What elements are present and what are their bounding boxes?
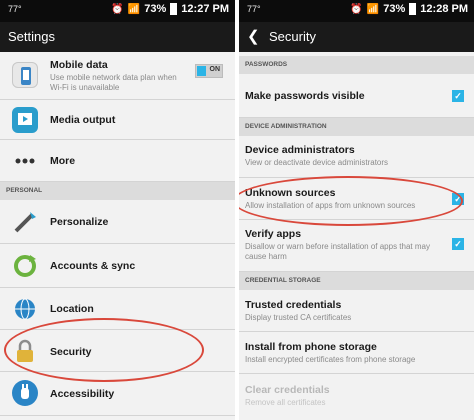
setting-make-passwords-visible[interactable]: Make passwords visible ✓	[239, 74, 474, 118]
status-bar: 77° ⏰ 📶 73% 12:28 PM	[239, 0, 474, 22]
mobile-data-icon	[12, 62, 38, 88]
setting-location[interactable]: Location	[0, 288, 235, 330]
section-header-credential-storage: CREDENTIAL STORAGE	[239, 272, 474, 290]
battery-icon	[409, 3, 417, 15]
setting-label: Verify apps	[245, 228, 302, 240]
status-bar: 77° ⏰ 📶 73% 12:27 PM	[0, 0, 235, 22]
section-header-personal: PERSONAL	[0, 182, 235, 200]
setting-label: Media output	[50, 114, 116, 126]
setting-accounts-sync[interactable]: Accounts & sync	[0, 244, 235, 288]
setting-label: Device administrators	[245, 144, 355, 156]
page-title: Security	[269, 29, 316, 44]
settings-panel: 77° ⏰ 📶 73% 12:27 PM Settings Mobile dat…	[0, 0, 235, 420]
setting-device-administrators[interactable]: Device administrators View or deactivate…	[239, 136, 474, 178]
setting-more[interactable]: More	[0, 140, 235, 182]
setting-label: Trusted credentials	[245, 299, 342, 311]
setting-unknown-sources[interactable]: Unknown sources Allow installation of ap…	[239, 178, 474, 220]
section-header-passwords: PASSWORDS	[239, 56, 474, 74]
setting-description: Disallow or warn before installation of …	[245, 242, 430, 261]
setting-personalize[interactable]: Personalize	[0, 200, 235, 244]
action-bar: Settings	[0, 22, 235, 52]
battery-percent: 73%	[383, 3, 406, 15]
setting-label: More	[50, 155, 76, 167]
setting-label: Location	[50, 303, 94, 315]
brush-icon	[12, 209, 38, 235]
setting-description: Use mobile network data plan when Wi-Fi …	[50, 73, 177, 92]
setting-label: Security	[50, 346, 92, 358]
setting-media-output[interactable]: Media output	[0, 100, 235, 140]
wifi-icon: 📶	[366, 3, 380, 15]
toggle-knob	[197, 66, 206, 76]
battery-icon	[170, 3, 178, 15]
unknown-sources-checkbox[interactable]: ✓	[452, 193, 464, 205]
verify-apps-checkbox[interactable]: ✓	[452, 238, 464, 250]
setting-description: Allow installation of apps from unknown …	[245, 201, 416, 210]
setting-description: Display trusted CA certificates	[245, 313, 352, 322]
setting-label: Accounts & sync	[50, 260, 136, 272]
globe-icon	[12, 296, 38, 322]
lock-icon	[12, 338, 38, 364]
temperature: 77°	[247, 4, 261, 14]
setting-label: Personalize	[50, 216, 109, 228]
setting-description: View or deactivate device administrators	[245, 158, 389, 167]
page-title: Settings	[8, 29, 55, 44]
setting-clear-credentials: Clear credentials Remove all certificate…	[239, 374, 474, 420]
toggle-state: ON	[209, 66, 221, 73]
alarm-icon: ⏰	[350, 3, 363, 15]
more-icon	[12, 148, 38, 174]
make-passwords-visible-checkbox[interactable]: ✓	[452, 90, 464, 102]
setting-label: Install from phone storage	[245, 341, 377, 353]
action-bar: ❮ Security	[239, 22, 474, 52]
setting-label: Mobile data	[50, 59, 108, 71]
setting-description: Install encrypted certificates from phon…	[245, 355, 416, 364]
setting-label: Accessibility	[50, 388, 115, 400]
security-panel: 77° ⏰ 📶 73% 12:28 PM ❮ Security PASSWORD…	[239, 0, 474, 420]
battery-percent: 73%	[144, 3, 167, 15]
setting-label: Make passwords visible	[245, 90, 365, 102]
clock: 12:27 PM	[181, 3, 229, 15]
clock: 12:28 PM	[420, 3, 468, 15]
setting-mobile-data[interactable]: Mobile data Use mobile network data plan…	[0, 52, 235, 100]
setting-description: Remove all certificates	[245, 398, 326, 407]
media-output-icon	[12, 107, 38, 133]
setting-label: Clear credentials	[245, 384, 330, 396]
hand-icon	[12, 380, 38, 406]
mobile-data-toggle[interactable]: ON	[195, 64, 223, 78]
alarm-icon: ⏰	[111, 3, 124, 15]
setting-security[interactable]: Security	[0, 330, 235, 372]
back-icon[interactable]: ❮	[247, 27, 260, 45]
sync-icon	[12, 253, 38, 279]
wifi-icon: 📶	[127, 3, 141, 15]
setting-trusted-credentials[interactable]: Trusted credentials Display trusted CA c…	[239, 290, 474, 332]
section-header-device-administration: DEVICE ADMINISTRATION	[239, 118, 474, 136]
setting-label: Unknown sources	[245, 187, 336, 199]
temperature: 77°	[8, 4, 22, 14]
setting-verify-apps[interactable]: Verify apps Disallow or warn before inst…	[239, 220, 474, 272]
setting-accessibility[interactable]: Accessibility	[0, 372, 235, 416]
setting-install-from-storage[interactable]: Install from phone storage Install encry…	[239, 332, 474, 374]
